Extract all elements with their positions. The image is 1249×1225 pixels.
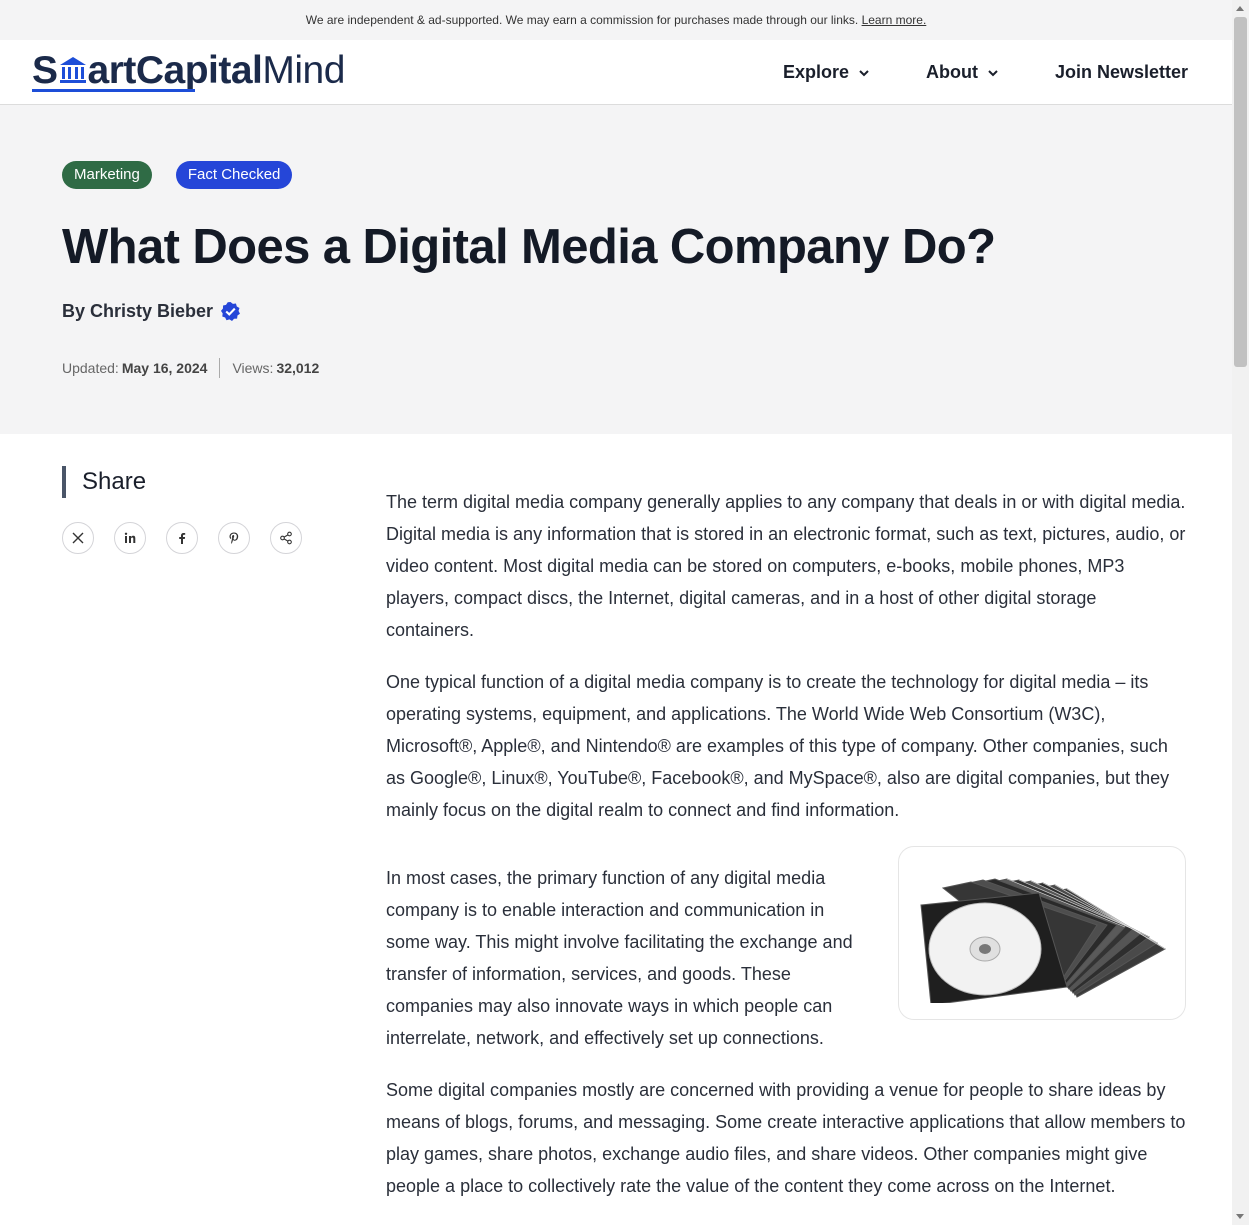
scrollbar[interactable] [1232,0,1249,1225]
nav-explore[interactable]: Explore [783,62,871,83]
nav-about-label: About [925,62,978,82]
bank-icon [59,57,86,83]
logo-text-mind: Mind [262,49,345,92]
tag-fact-checked[interactable]: Fact Checked [175,161,293,189]
site-logo[interactable]: SartCapitalMind [32,48,345,94]
share-panel: Share [62,466,302,554]
nav-about[interactable]: About [926,62,1000,83]
meta-divider [219,358,221,378]
share-x-button[interactable] [62,522,94,554]
views-count: 32,012 [276,360,320,376]
share-linkedin-button[interactable] [114,522,146,554]
updated-date: May 16, 2024 [121,360,208,376]
disclosure-bar: We are independent & ad-supported. We ma… [0,0,1232,40]
cd-cases-image [920,878,1166,1003]
facebook-icon [179,533,186,544]
tag-marketing[interactable]: Marketing [62,161,152,189]
verified-badge-icon [221,301,241,322]
nav-join-newsletter[interactable]: Join Newsletter [1055,62,1188,83]
site-header: SartCapitalMind Explore About Join Newsl… [0,40,1232,105]
x-icon [72,532,84,544]
paragraph: In most cases, the primary function of a… [386,868,853,1048]
views-label: Views: [232,360,274,376]
scrollbar-thumb[interactable] [1234,17,1247,367]
chevron-down-icon [988,69,998,76]
paragraph: Some digital companies mostly are concer… [386,1080,1186,1196]
author-byline[interactable]: By Christy Bieber [62,301,241,322]
logo-underline [32,89,195,92]
share-icon-list [62,522,302,554]
nav-explore-label: Explore [782,62,849,82]
figure-block: In most cases, the primary function of a… [386,846,1186,1054]
share-facebook-button[interactable] [166,522,198,554]
paragraph: One typical function of a digital media … [386,672,1170,820]
article-body: The term digital media company generally… [386,486,1186,1222]
share-title: Share [62,466,302,498]
scroll-up-icon[interactable] [1236,6,1244,11]
share-pinterest-button[interactable] [218,522,250,554]
pinterest-icon [229,532,239,544]
article-image[interactable] [898,846,1186,1020]
chevron-down-icon [859,69,869,76]
article-hero: Marketing Fact Checked What Does a Digit… [0,105,1232,434]
share-icon [280,531,292,545]
author-name: By Christy Bieber [62,301,214,321]
linkedin-icon [124,532,136,543]
tag-list: Marketing Fact Checked [62,161,293,189]
logo-text-capital: artCapital [87,49,263,92]
main-nav: Explore About Join Newsletter [783,40,1188,105]
disclosure-text: We are independent & ad-supported. We ma… [305,13,859,27]
article-meta: Updated: May 16, 2024 Views: 32,012 [62,358,319,378]
paragraph: The term digital media company generally… [386,492,1186,640]
learn-more-link[interactable]: Learn more. [862,13,927,27]
logo-text-s: S [32,49,58,92]
page-title: What Does a Digital Media Company Do? [62,220,996,274]
scroll-down-icon[interactable] [1236,1214,1244,1219]
share-more-button[interactable] [270,522,302,554]
updated-label: Updated: [62,360,119,376]
